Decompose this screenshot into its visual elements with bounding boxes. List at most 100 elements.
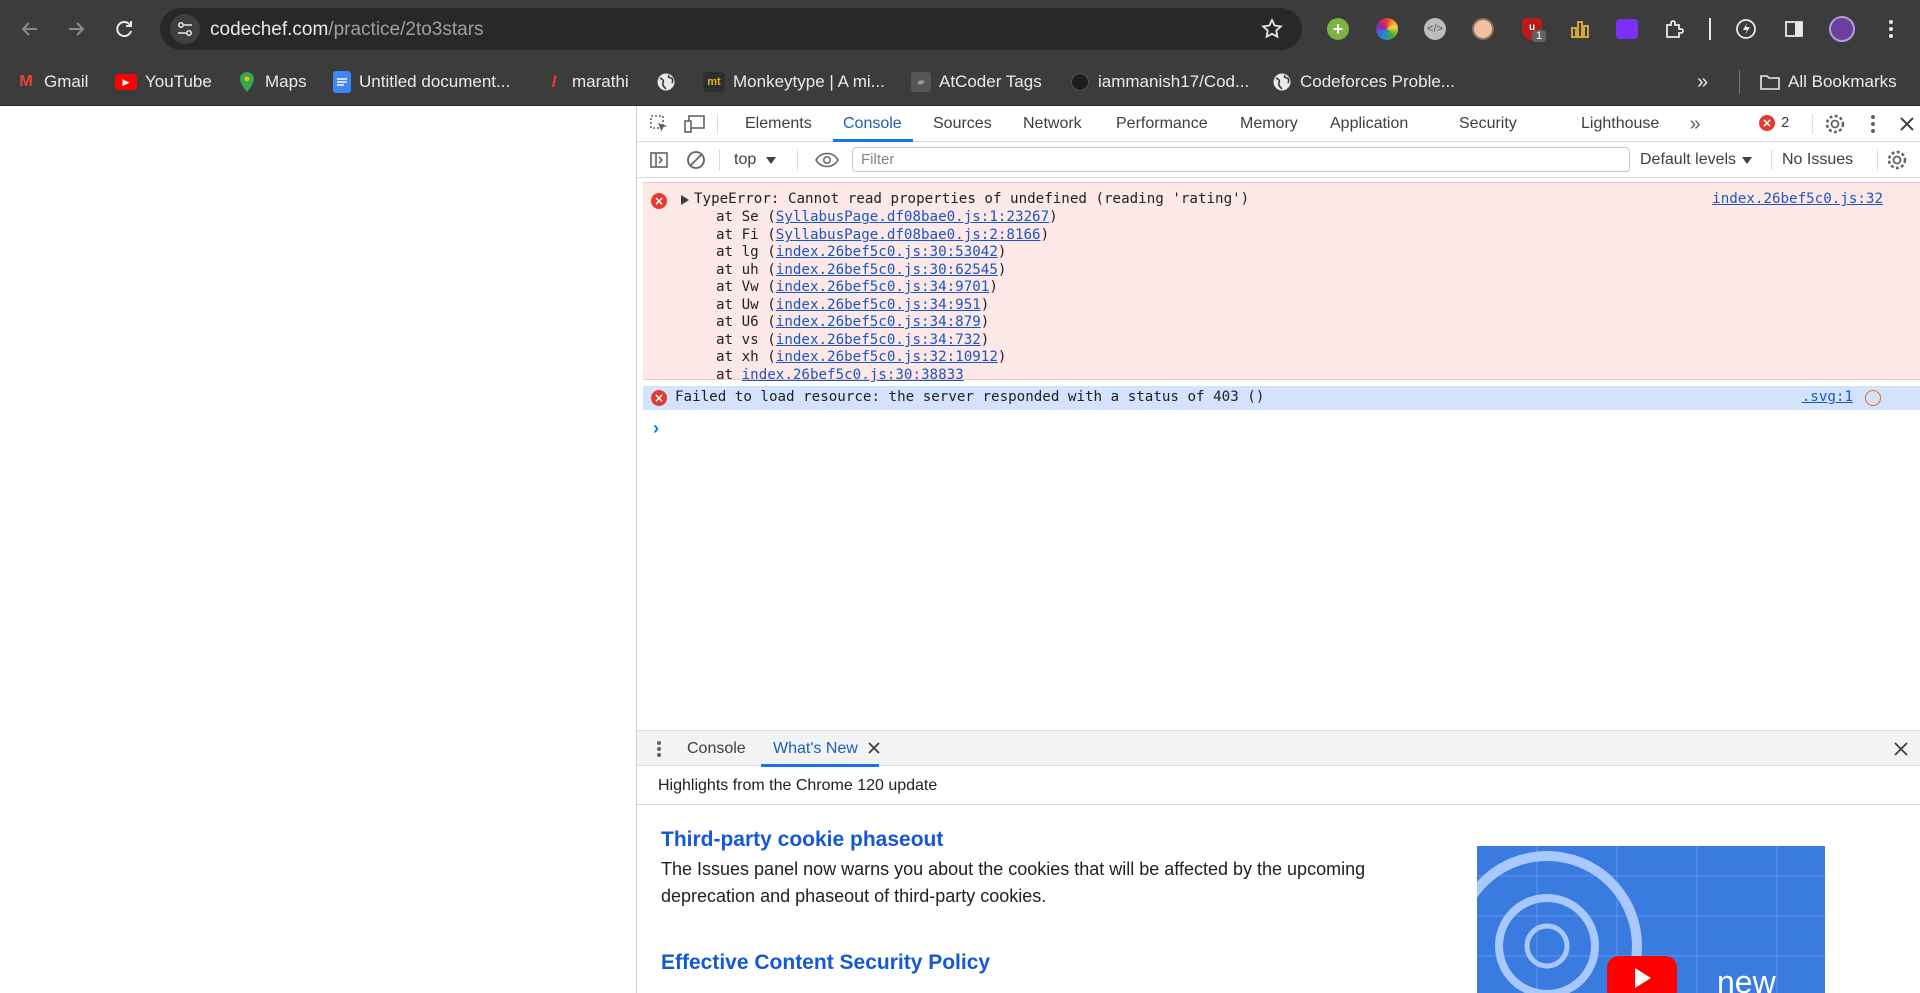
stack-frame-prefix: at Fi (: [716, 227, 776, 243]
drawer-tab-console[interactable]: Console: [687, 740, 746, 758]
tab-sources[interactable]: Sources: [933, 115, 992, 133]
drawer-tab-bar: Console What's New: [637, 730, 1920, 767]
stack-frame-link[interactable]: index.26bef5c0.js:34:951: [776, 297, 981, 313]
tab-divider: [1812, 114, 1813, 134]
error-source-link[interactable]: index.26bef5c0.js:32: [1712, 191, 1883, 207]
bookmark-atcoder-tags[interactable]: ▰ AtCoder Tags: [911, 68, 1042, 96]
stack-frame-link[interactable]: index.26bef5c0.js:30:38833: [742, 367, 964, 383]
stack-frame-link[interactable]: index.26bef5c0.js:34:879: [776, 314, 981, 330]
forward-button[interactable]: [60, 13, 92, 45]
browser-menu-icon[interactable]: [1876, 14, 1906, 44]
console-filter-input[interactable]: Filter: [852, 147, 1630, 172]
inspect-element-icon[interactable]: [647, 112, 671, 136]
stack-frame-link[interactable]: SyllabusPage.df08bae0.js:1:23267: [776, 209, 1049, 225]
performance-icon[interactable]: [1731, 14, 1761, 44]
extension-shield-icon[interactable]: [1612, 14, 1642, 44]
error-source-link[interactable]: .svg:1: [1802, 389, 1853, 405]
extension-colorpicker-icon[interactable]: [1372, 14, 1402, 44]
side-panel-icon[interactable]: [1779, 14, 1809, 44]
toolbar-divider: [1709, 18, 1711, 40]
tab-lighthouse[interactable]: Lighthouse: [1581, 115, 1659, 133]
stack-frame-link[interactable]: index.26bef5c0.js:32:10912: [776, 349, 998, 365]
clear-console-icon[interactable]: [684, 148, 708, 172]
bookmark-globe[interactable]: [656, 68, 676, 96]
bookmark-untitled-document[interactable]: Untitled document...: [333, 68, 510, 96]
console-error-message-selected[interactable]: × Failed to load resource: the server re…: [643, 386, 1920, 410]
toolbar-divider: [1877, 150, 1878, 170]
live-expression-eye-icon[interactable]: [815, 148, 839, 172]
device-toolbar-icon[interactable]: [683, 112, 707, 136]
tab-security[interactable]: Security: [1459, 115, 1517, 133]
stack-frame-link[interactable]: index.26bef5c0.js:34:9701: [776, 279, 990, 295]
globe-icon: [1272, 72, 1292, 92]
stack-frame-prefix: at Uw (: [716, 297, 776, 313]
bookmark-codeforces[interactable]: Codeforces Proble...: [1272, 68, 1455, 96]
bookmark-github[interactable]: iammanish17/Cod...: [1070, 68, 1249, 96]
maps-pin-icon: [237, 72, 257, 92]
bookmark-youtube[interactable]: ▶ YouTube: [115, 68, 212, 96]
stack-frame-link[interactable]: index.26bef5c0.js:30:53042: [776, 244, 998, 260]
extension-badge: 1: [1532, 30, 1547, 42]
issues-button[interactable]: No Issues: [1782, 151, 1853, 169]
reload-button[interactable]: [108, 13, 140, 45]
gmail-icon: M: [19, 73, 33, 90]
page-viewport[interactable]: [0, 106, 636, 993]
extension-chart-icon[interactable]: [1565, 14, 1595, 44]
close-devtools-icon[interactable]: [1895, 112, 1919, 136]
stack-frame-link[interactable]: index.26bef5c0.js:34:732: [776, 332, 981, 348]
url-text: codechef.com/practice/2to3stars: [210, 19, 484, 41]
more-tabs-icon[interactable]: »: [1683, 112, 1707, 136]
site-info-icon[interactable]: [170, 14, 200, 44]
extension-ublock-icon[interactable]: u 1: [1517, 14, 1547, 44]
error-text: Failed to load resource: the server resp…: [675, 389, 1265, 405]
youtube-play-icon[interactable]: [1607, 956, 1677, 993]
stack-frame-link[interactable]: SyllabusPage.df08bae0.js:2:8166: [776, 227, 1041, 243]
profile-avatar[interactable]: [1827, 14, 1857, 44]
error-counter[interactable]: × 2: [1759, 114, 1789, 131]
address-bar[interactable]: codechef.com/practice/2to3stars: [160, 8, 1302, 50]
drawer-tab-whats-new[interactable]: What's New: [773, 740, 858, 758]
extension-owl-icon[interactable]: [1468, 14, 1498, 44]
bookmark-gmail[interactable]: M Gmail: [16, 68, 88, 96]
feature-title-cookie-phaseout[interactable]: Third-party cookie phaseout: [661, 828, 943, 852]
tab-network[interactable]: Network: [1023, 115, 1082, 133]
settings-gear-icon[interactable]: [1823, 112, 1847, 136]
extension-code-icon[interactable]: </>: [1420, 14, 1450, 44]
bookmark-maps[interactable]: Maps: [237, 68, 307, 96]
expand-triangle-icon[interactable]: [681, 195, 689, 205]
drawer-menu-icon[interactable]: [647, 737, 671, 761]
tab-memory[interactable]: Memory: [1240, 115, 1298, 133]
extensions-puzzle-icon[interactable]: [1660, 14, 1690, 44]
dropdown-caret-icon: [766, 156, 777, 164]
network-request-icon[interactable]: [1865, 390, 1881, 406]
whats-new-video-thumbnail[interactable]: new: [1477, 846, 1825, 993]
video-label: new: [1717, 964, 1776, 993]
tab-performance[interactable]: Performance: [1116, 115, 1208, 133]
extension-plus-icon[interactable]: +: [1323, 14, 1353, 44]
tab-console[interactable]: Console: [843, 115, 902, 133]
stack-frame-link[interactable]: index.26bef5c0.js:30:62545: [776, 262, 998, 278]
bookmark-monkeytype[interactable]: mt Monkeytype | A mi...: [703, 68, 885, 96]
console-settings-gear-icon[interactable]: [1885, 148, 1909, 172]
devtools-menu-icon[interactable]: [1861, 112, 1885, 136]
error-count: 2: [1781, 114, 1790, 131]
all-bookmarks-button[interactable]: All Bookmarks: [1760, 68, 1897, 96]
more-bookmarks-button[interactable]: »: [1697, 68, 1708, 96]
close-tab-icon[interactable]: [867, 741, 881, 760]
bookmark-label: Maps: [265, 72, 307, 91]
marathi-site-icon: I: [551, 72, 557, 91]
bookmark-star-icon[interactable]: [1260, 17, 1284, 46]
stack-frame: at lg (index.26bef5c0.js:30:53042): [716, 244, 1006, 260]
bookmark-marathi[interactable]: I marathi: [544, 68, 629, 96]
console-error-message[interactable]: × TypeError: Cannot read properties of u…: [643, 182, 1920, 383]
back-button[interactable]: [14, 13, 46, 45]
context-selector[interactable]: top: [734, 151, 777, 169]
log-levels-dropdown[interactable]: Default levels: [1640, 151, 1753, 169]
sidebar-toggle-icon[interactable]: [647, 148, 671, 172]
console-prompt-chevron-icon[interactable]: ›: [653, 418, 659, 439]
close-drawer-icon[interactable]: [1893, 741, 1909, 762]
tab-application[interactable]: Application: [1330, 115, 1408, 133]
feature-title-csp[interactable]: Effective Content Security Policy: [661, 951, 990, 975]
arrow-right-icon: [69, 22, 85, 36]
tab-elements[interactable]: Elements: [745, 115, 812, 133]
